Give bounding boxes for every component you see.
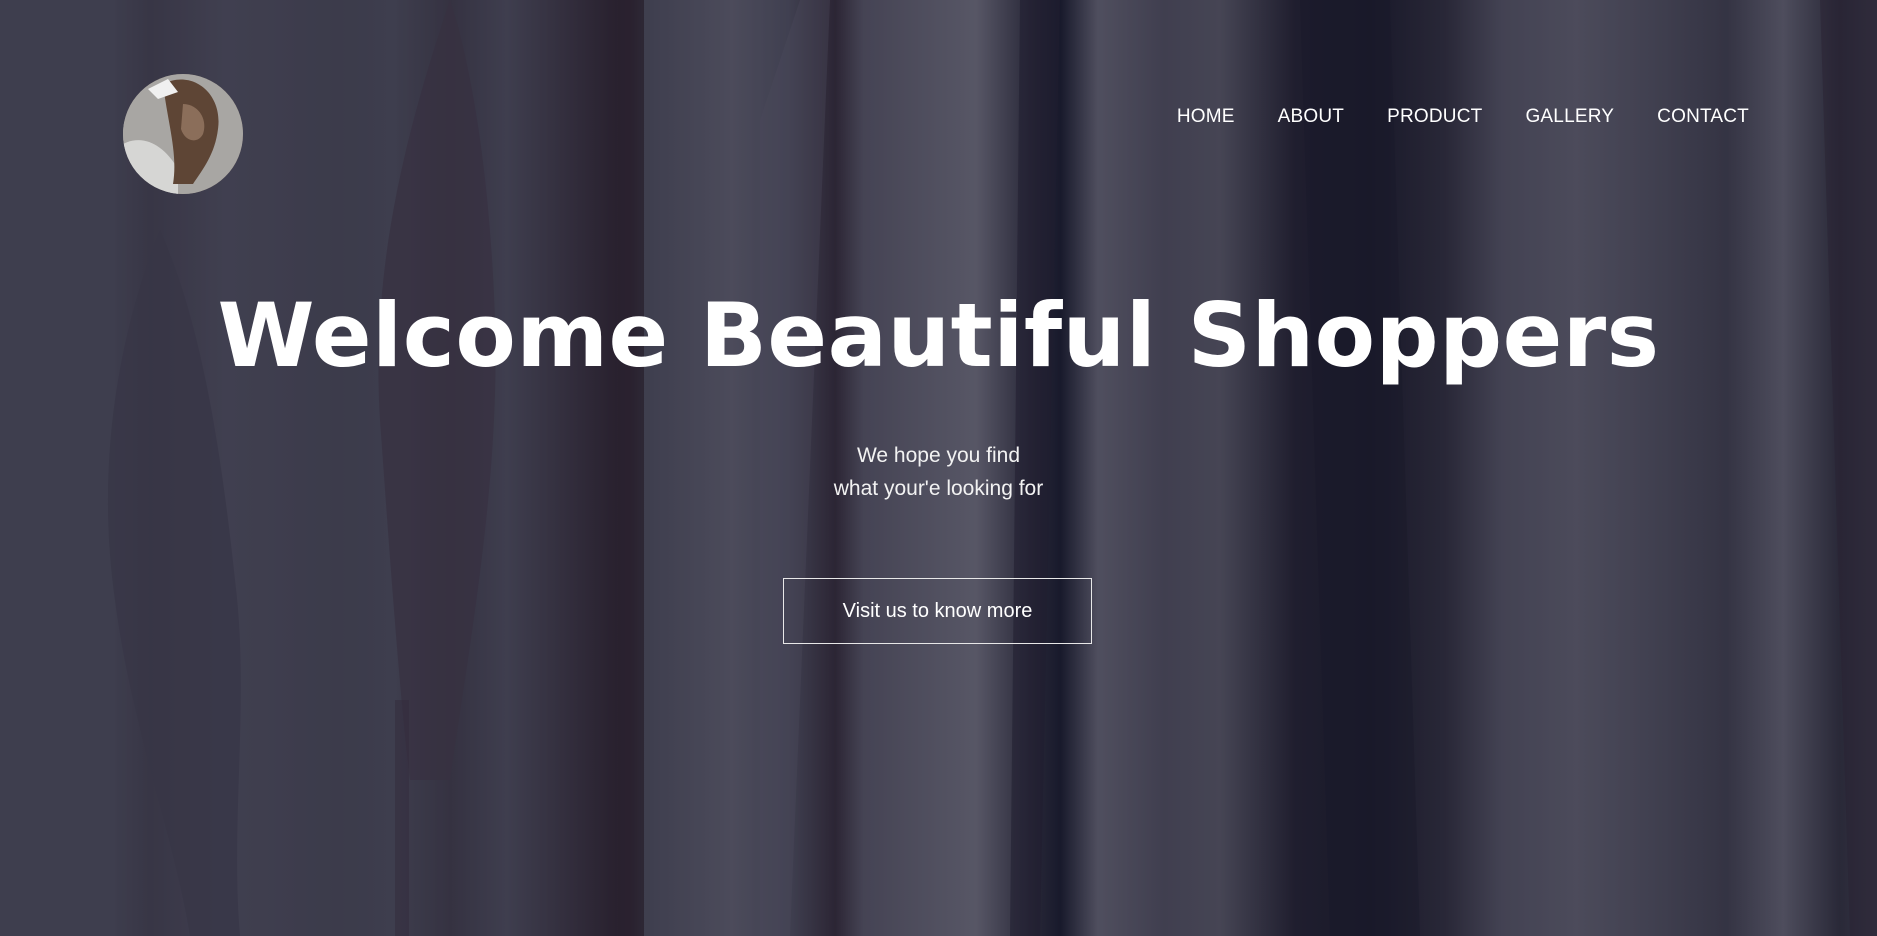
nav-product-link[interactable]: PRODUCT [1387,106,1482,128]
hero-section: HOME ABOUT PRODUCT GALLERY CONTACT Welco… [0,0,1877,936]
nav-contact-link[interactable]: CONTACT [1657,106,1749,128]
nav-home-link[interactable]: HOME [1177,106,1235,128]
hero-subtitle: We hope you find what your'e looking for [0,439,1877,505]
logo-avatar[interactable] [123,74,243,194]
visit-us-button[interactable]: Visit us to know more [783,578,1092,644]
pampas-plume-center-left [378,0,496,780]
main-navigation: HOME ABOUT PRODUCT GALLERY CONTACT [1177,106,1749,128]
stem-2 [395,700,409,936]
hero-title: Welcome Beautiful Shoppers [217,284,1660,387]
nav-about-link[interactable]: ABOUT [1278,106,1344,128]
hero-subtitle-line-2: what your'e looking for [833,477,1044,500]
nav-gallery-link[interactable]: GALLERY [1525,106,1614,128]
hero-subtitle-line-1: We hope you find [856,444,1021,467]
logo-illustration [123,74,243,194]
